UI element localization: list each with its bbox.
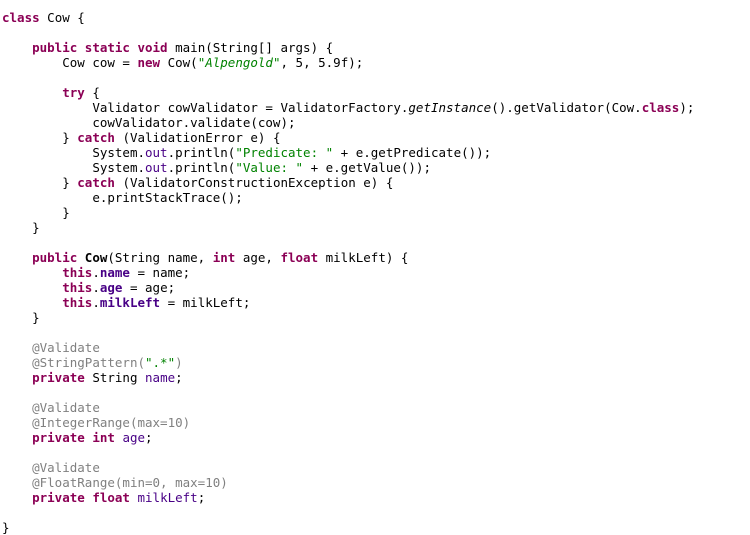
keyword-class: class — [2, 10, 40, 25]
code-block: class Cow { public static void main(Stri… — [2, 10, 694, 535]
